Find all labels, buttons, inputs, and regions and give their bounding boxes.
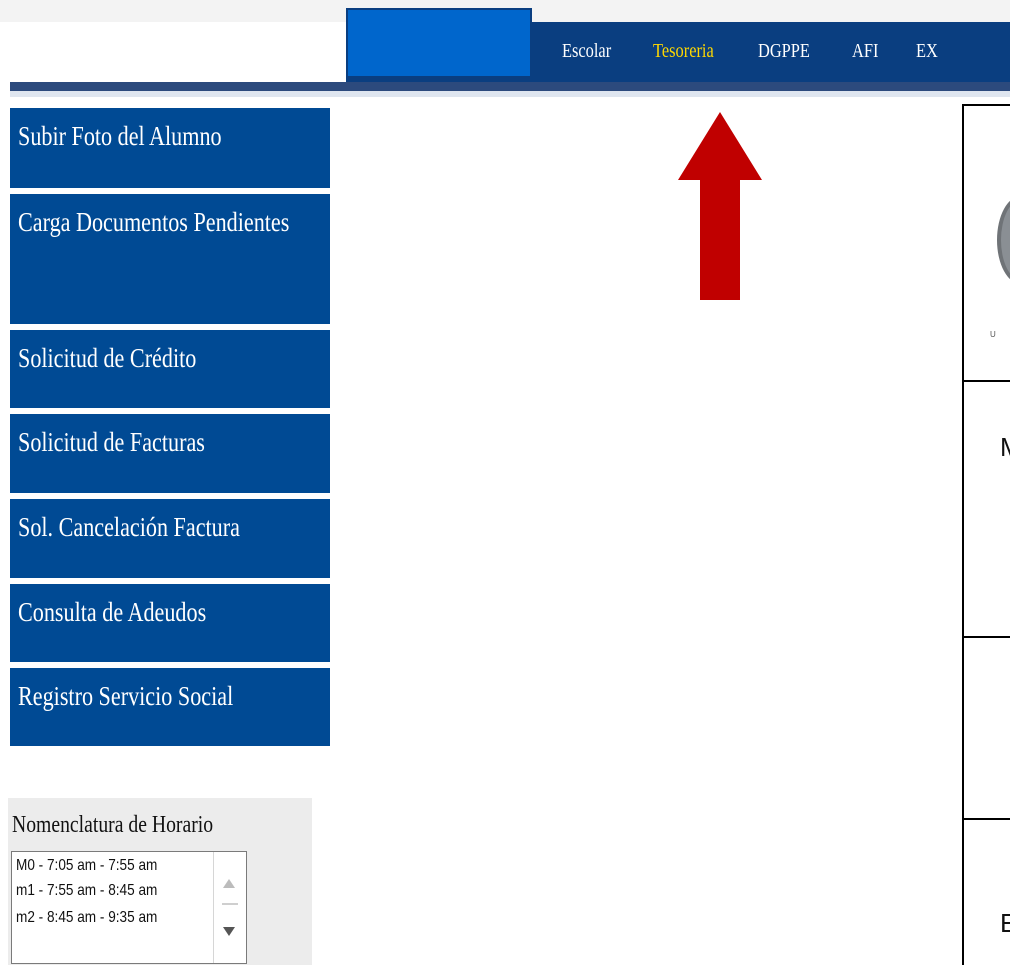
university-seal-icon (997, 196, 1010, 284)
header-divider (10, 82, 1010, 91)
red-arrow-annotation (678, 112, 762, 300)
seal-caption: U (990, 330, 996, 339)
horario-option[interactable]: M0 - 7:05 am - 7:55 am (16, 857, 157, 875)
arrow-shape (678, 112, 762, 300)
sidebar-item-servicio-social[interactable]: Registro Servicio Social (10, 668, 330, 746)
panel-divider (964, 380, 1010, 382)
header-divider-shadow (10, 91, 1010, 97)
sidebar-item-label: Carga Documentos Pendientes (18, 207, 290, 237)
scroll-down-icon[interactable] (223, 927, 235, 936)
horario-panel: Nomenclatura de Horario M0 - 7:05 am - 7… (8, 798, 312, 965)
sidebar-item-label: Sol. Cancelación Factura (18, 512, 240, 542)
sidebar-item-solicitud-credito[interactable]: Solicitud de Crédito (10, 330, 330, 408)
horario-option[interactable]: m2 - 8:45 am - 9:35 am (16, 909, 157, 927)
scroll-thumb[interactable] (222, 903, 238, 905)
sidebar-item-label: Solicitud de Crédito (18, 343, 197, 373)
panel-divider (964, 636, 1010, 638)
nav-home-block[interactable] (346, 8, 532, 78)
horario-scrollbar[interactable] (213, 852, 246, 963)
nav-item-ex[interactable]: EX (916, 40, 938, 63)
panel-text-fragment: M (1000, 432, 1010, 463)
sidebar-item-solicitud-facturas[interactable]: Solicitud de Facturas (10, 414, 330, 493)
panel-divider (964, 818, 1010, 820)
horario-option[interactable]: m1 - 7:55 am - 8:45 am (16, 882, 157, 900)
sidebar-menu: Subir Foto del Alumno Carga Documentos P… (10, 108, 330, 752)
content-panel: U M E (962, 104, 1010, 965)
sidebar-item-label: Registro Servicio Social (18, 681, 234, 711)
sidebar-item-subir-foto[interactable]: Subir Foto del Alumno (10, 108, 330, 188)
sidebar-item-label: Consulta de Adeudos (18, 597, 207, 627)
sidebar-item-consulta-adeudos[interactable]: Consulta de Adeudos (10, 584, 330, 662)
sidebar-item-label: Subir Foto del Alumno (18, 121, 222, 151)
sidebar-item-label: Solicitud de Facturas (18, 427, 205, 457)
scroll-up-icon[interactable] (223, 879, 235, 888)
nav-item-afi[interactable]: AFI (852, 40, 878, 63)
nav-item-escolar[interactable]: Escolar (562, 40, 611, 63)
logo-area (10, 22, 346, 82)
sidebar-item-cancelacion-factura[interactable]: Sol. Cancelación Factura (10, 499, 330, 578)
nav-item-tesoreria[interactable]: Tesoreria (653, 40, 714, 63)
panel-text-fragment: E (1000, 908, 1010, 939)
top-nav-items: Escolar Tesoreria DGPPE AFI EX (562, 40, 969, 63)
horario-title: Nomenclatura de Horario (12, 812, 214, 838)
horario-listbox[interactable]: M0 - 7:05 am - 7:55 am m1 - 7:55 am - 8:… (11, 851, 247, 964)
nav-item-dgppe[interactable]: DGPPE (758, 40, 810, 63)
sidebar-item-carga-documentos[interactable]: Carga Documentos Pendientes (10, 194, 330, 324)
